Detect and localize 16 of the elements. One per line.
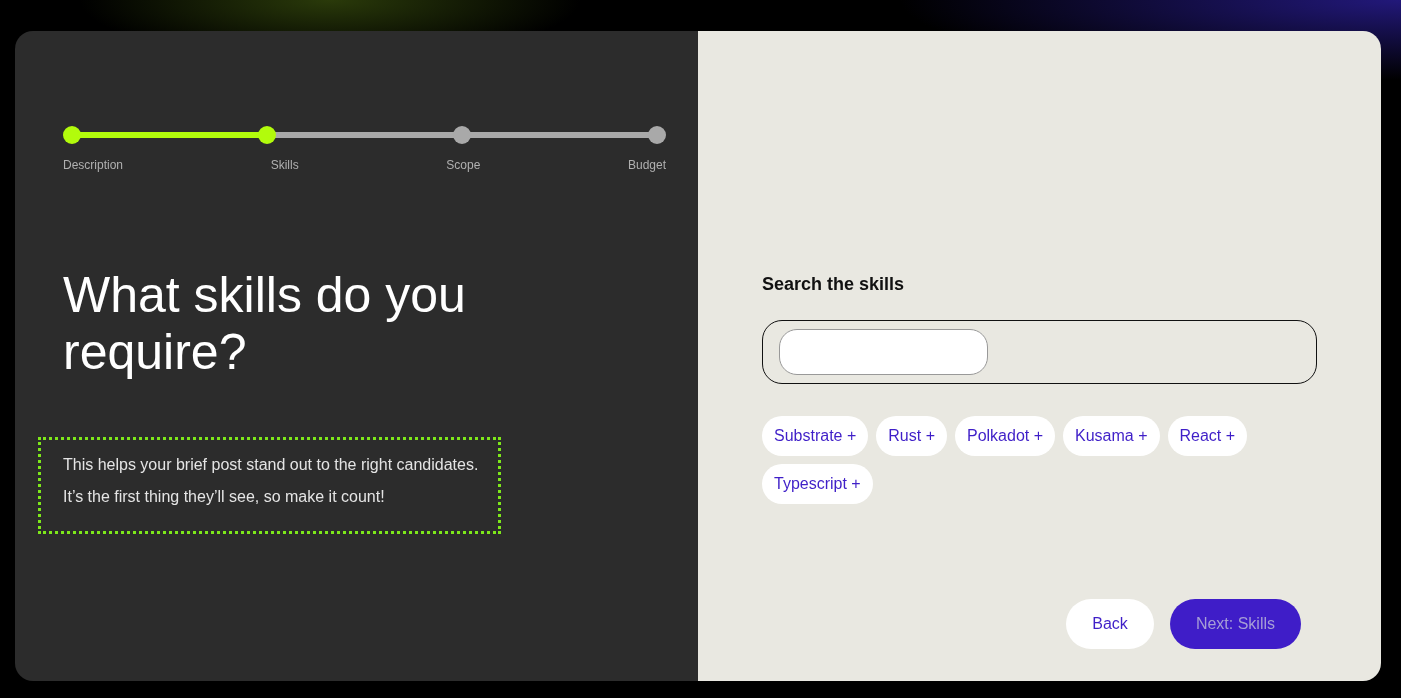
step-label: Skills xyxy=(270,157,299,174)
skill-chip[interactable]: Polkadot + xyxy=(954,416,1056,456)
skill-chip[interactable]: Kusama + xyxy=(1063,416,1160,456)
step-label: Budget xyxy=(627,157,666,174)
skill-chip[interactable]: Rust + xyxy=(876,416,947,456)
hint-text: It’s the first thing they’ll see, so make it count! xyxy=(63,487,386,507)
skill-chip[interactable]: Substrate + xyxy=(762,416,869,456)
skill-chip[interactable]: React + xyxy=(1167,416,1248,456)
search-label: Search the skills xyxy=(762,273,906,296)
step-label: Scope xyxy=(446,157,481,174)
hint-text: This helps your brief post stand out to the right candidates. xyxy=(63,455,480,475)
skill-chip[interactable]: Typescript + xyxy=(762,464,873,504)
step-label: Description xyxy=(63,157,124,174)
page-heading: What skills do you require? xyxy=(63,267,467,381)
search-field[interactable] xyxy=(779,329,988,375)
back-button[interactable]: Back xyxy=(1066,599,1154,649)
